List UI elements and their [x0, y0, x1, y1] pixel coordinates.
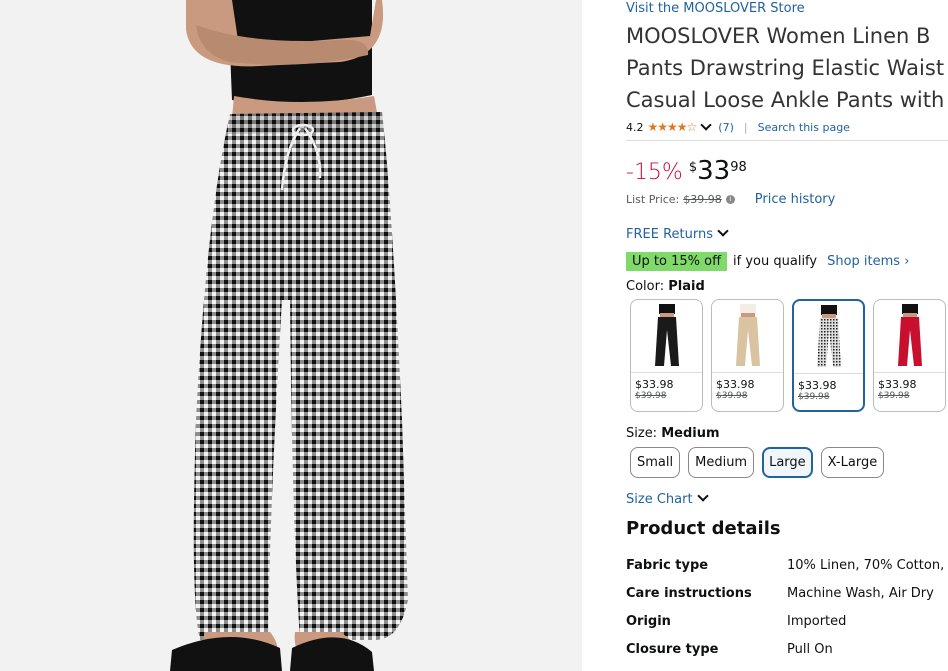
rating-value: 4.2 [626, 120, 644, 134]
list-price-value: $39.98 [683, 193, 722, 206]
details-value: Imported [787, 614, 847, 629]
details-key: Origin [626, 614, 671, 629]
details-key: Care instructions [626, 586, 752, 601]
search-page-link[interactable]: Search this page [758, 121, 850, 134]
color-label-row: Color: Plaid [626, 279, 705, 294]
selected-size: Medium [661, 426, 720, 441]
details-value: Pull On [787, 642, 833, 657]
discount-percent: -15% [626, 160, 683, 185]
product-main-image[interactable] [0, 0, 582, 671]
store-link[interactable]: Visit the MOOSLOVER Store [626, 1, 805, 16]
swatch-image [874, 300, 945, 373]
size-label-row: Size: Medium [626, 426, 720, 441]
list-price-row: List Price: $39.98 i Price history [626, 192, 835, 207]
details-row: Closure type Pull On [626, 642, 833, 657]
details-key: Fabric type [626, 558, 709, 573]
price-block: -15% $ 33 98 [626, 156, 747, 186]
free-returns-label: FREE Returns [626, 227, 713, 242]
swatch-list-price: $39.98 [716, 391, 748, 401]
color-swatch[interactable]: $33.98 $39.98 [873, 299, 946, 412]
product-details-heading: Product details [626, 518, 781, 539]
size-option-small[interactable]: Small [630, 447, 681, 478]
color-swatch-selected[interactable]: $33.98 $39.98 [792, 299, 865, 412]
divider: | [743, 120, 748, 134]
star-rating-icon[interactable]: ★★★★☆ [648, 120, 698, 134]
swatch-list-price: $39.98 [798, 392, 830, 402]
swatch-image [712, 300, 783, 373]
currency-symbol: $ [688, 160, 698, 175]
offer-row: Up to 15% off if you qualify Shop items … [626, 252, 909, 271]
price-history-link[interactable]: Price history [755, 192, 836, 207]
list-price-label: List Price: [626, 193, 680, 206]
details-value: Machine Wash, Air Dry [787, 586, 934, 601]
size-option-medium[interactable]: Medium [688, 447, 755, 478]
details-row: Origin Imported [626, 614, 846, 629]
offer-text: if you qualify [733, 254, 818, 269]
ratings-count-link[interactable]: (7) [718, 121, 734, 134]
swatch-price: $33.98 [798, 379, 837, 392]
swatch-image [794, 301, 863, 374]
chevron-down-icon[interactable] [700, 119, 712, 131]
title-line: Pants Drawstring Elastic Waist [626, 56, 945, 80]
rating-row: 4.2 ★★★★☆ (7) | Search this page [626, 119, 850, 134]
swatch-price: $33.98 [878, 378, 917, 391]
color-swatch[interactable]: $33.98 $39.98 [630, 299, 703, 412]
divider [626, 140, 948, 141]
details-key: Closure type [626, 642, 719, 657]
details-value: 10% Linen, 70% Cotton, 2 [787, 558, 948, 573]
color-label: Color: [626, 279, 665, 294]
swatch-list-price: $39.98 [878, 391, 910, 401]
details-row: Fabric type 10% Linen, 70% Cotton, 2 [626, 558, 948, 573]
details-row: Care instructions Machine Wash, Air Dry [626, 586, 934, 601]
swatch-price: $33.98 [716, 378, 755, 391]
product-photo [0, 0, 582, 671]
size-options: Small Medium Large X-Large [630, 447, 885, 478]
size-label: Size: [626, 426, 658, 441]
title-line: Casual Loose Ankle Pants with [626, 88, 945, 112]
size-option-large[interactable]: Large [762, 447, 813, 478]
free-returns-link[interactable]: FREE Returns [626, 225, 729, 242]
chevron-down-icon [717, 225, 729, 237]
discount-badge: Up to 15% off [626, 252, 728, 271]
swatch-image [631, 300, 702, 373]
size-option-xlarge[interactable]: X-Large [820, 447, 885, 478]
chevron-down-icon [696, 490, 709, 502]
color-swatch[interactable]: $33.98 $39.98 [711, 299, 784, 412]
price-fraction: 98 [730, 160, 747, 175]
product-title: MOOSLOVER Women Linen B Pants Drawstring… [626, 20, 944, 116]
info-icon[interactable]: i [725, 195, 735, 204]
color-swatches: $33.98 $39.98 $33.98 $39.98 $33.98 $39.9… [630, 299, 946, 412]
selected-color: Plaid [668, 279, 705, 294]
price-whole: 33 [697, 156, 731, 186]
swatch-price: $33.98 [635, 378, 674, 391]
size-chart-link[interactable]: Size Chart [626, 490, 709, 507]
size-chart-label: Size Chart [626, 492, 693, 507]
swatch-list-price: $39.98 [635, 391, 667, 401]
title-line: MOOSLOVER Women Linen B [626, 24, 931, 48]
shop-items-link[interactable]: Shop items › [827, 254, 909, 269]
